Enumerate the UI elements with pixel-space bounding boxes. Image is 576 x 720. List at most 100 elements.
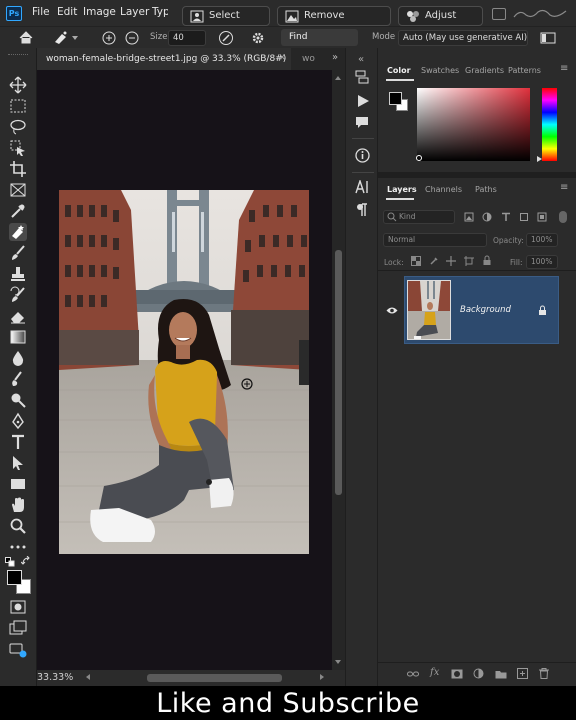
tab-gradients[interactable]: Gradients bbox=[465, 66, 504, 75]
brush-tool-icon[interactable] bbox=[9, 244, 27, 262]
lasso-tool-icon[interactable] bbox=[9, 118, 27, 136]
menu-layer[interactable]: Layer bbox=[120, 6, 149, 18]
lock-artboard-icon[interactable] bbox=[464, 256, 474, 266]
rectangle-tool-icon[interactable] bbox=[9, 475, 27, 493]
scroll-up-icon[interactable] bbox=[335, 76, 341, 80]
clone-stamp-tool-icon[interactable] bbox=[9, 265, 27, 283]
lock-position-icon[interactable] bbox=[446, 256, 456, 266]
actions-play-icon[interactable] bbox=[356, 94, 370, 108]
panel-foreground-swatch[interactable] bbox=[389, 92, 402, 105]
foreground-color-swatch[interactable] bbox=[7, 570, 22, 585]
pen-tool-icon[interactable] bbox=[9, 412, 27, 430]
screen-mode-icon[interactable] bbox=[9, 619, 27, 637]
vertical-scrollbar[interactable] bbox=[332, 70, 345, 670]
scroll-down-icon[interactable] bbox=[335, 660, 341, 664]
mode-select[interactable]: Auto (May use generative AI) bbox=[398, 30, 528, 46]
hue-slider-handle[interactable] bbox=[537, 156, 542, 162]
layer-style-icon[interactable]: fx bbox=[430, 667, 439, 678]
gradient-tool-icon[interactable] bbox=[9, 328, 27, 346]
preset-dropdown-chevron-icon[interactable] bbox=[72, 36, 78, 40]
remove-background-button[interactable]: Remove background bbox=[277, 6, 391, 39]
horizontal-scroll-thumb[interactable] bbox=[147, 674, 282, 682]
filter-pixel-icon[interactable] bbox=[464, 212, 474, 222]
layer-visibility-eye-icon[interactable] bbox=[386, 306, 398, 315]
smudge-tool-icon[interactable] bbox=[9, 370, 27, 388]
subtract-mode-icon[interactable] bbox=[125, 31, 139, 45]
menu-file[interactable]: File bbox=[32, 6, 50, 18]
lock-transparent-icon[interactable] bbox=[411, 256, 421, 266]
quick-mask-icon[interactable] bbox=[9, 598, 27, 616]
filter-toggle-switch[interactable] bbox=[559, 211, 567, 223]
menu-image[interactable]: Image bbox=[83, 6, 116, 18]
layer-row-background[interactable]: Background bbox=[404, 276, 559, 344]
tab-color[interactable]: Color bbox=[387, 66, 411, 75]
close-tab-icon[interactable]: × bbox=[278, 52, 286, 63]
filter-smart-object-icon[interactable] bbox=[537, 212, 547, 222]
size-input[interactable]: 40 bbox=[168, 30, 206, 46]
dodge-tool-icon[interactable] bbox=[9, 391, 27, 409]
lock-pixels-icon[interactable] bbox=[429, 256, 439, 266]
toolbar-grip[interactable] bbox=[8, 54, 28, 58]
zoom-level[interactable]: 33.33% bbox=[37, 670, 89, 686]
link-layers-icon[interactable] bbox=[407, 669, 419, 679]
remove-tool-preset-icon[interactable] bbox=[52, 30, 70, 45]
home-icon[interactable] bbox=[18, 30, 34, 45]
tab-patterns[interactable]: Patterns bbox=[508, 66, 541, 75]
add-mode-icon[interactable] bbox=[102, 31, 116, 45]
hand-tool-icon[interactable] bbox=[9, 496, 27, 514]
layers-panel-menu-icon[interactable]: ≡ bbox=[560, 182, 568, 193]
scroll-right-icon[interactable] bbox=[320, 674, 324, 680]
tab-swatches[interactable]: Swatches bbox=[421, 66, 459, 75]
tab-paths[interactable]: Paths bbox=[475, 185, 497, 194]
document-tab-active[interactable]: woman-female-bridge-street1.jpg @ 33.3% … bbox=[37, 48, 291, 70]
blur-tool-icon[interactable] bbox=[9, 349, 27, 367]
find-distractions-button[interactable]: Find distractions bbox=[281, 29, 358, 59]
menu-edit[interactable]: Edit bbox=[57, 6, 77, 18]
hue-slider[interactable] bbox=[542, 88, 557, 161]
default-colors-icon[interactable] bbox=[5, 557, 15, 567]
filter-shape-icon[interactable] bbox=[519, 212, 529, 222]
color-spectrum-field[interactable] bbox=[417, 88, 530, 161]
generative-icon[interactable] bbox=[492, 8, 506, 20]
opacity-input[interactable]: 100% bbox=[526, 233, 558, 247]
filter-type-icon[interactable] bbox=[501, 212, 511, 222]
info-panel-icon[interactable] bbox=[355, 148, 370, 163]
color-panel-menu-icon[interactable]: ≡ bbox=[560, 63, 568, 74]
adjustment-layer-icon[interactable] bbox=[473, 668, 484, 679]
tab-layers[interactable]: Layers bbox=[387, 185, 417, 194]
photo-canvas[interactable] bbox=[59, 190, 309, 554]
tabs-overflow-icon[interactable]: » bbox=[332, 52, 338, 63]
more-tools-icon[interactable] bbox=[9, 538, 27, 556]
object-selection-tool-icon[interactable] bbox=[9, 139, 27, 157]
frame-tool-icon[interactable] bbox=[9, 181, 27, 199]
path-selection-tool-icon[interactable] bbox=[9, 454, 27, 472]
comments-panel-icon[interactable] bbox=[355, 116, 369, 129]
adjust-colors-button[interactable]: Adjust colors bbox=[398, 6, 483, 39]
share-feedback-icon[interactable] bbox=[9, 641, 27, 659]
eyedropper-tool-icon[interactable] bbox=[9, 202, 27, 220]
sample-all-layers-icon[interactable] bbox=[218, 30, 234, 46]
swap-colors-icon[interactable] bbox=[21, 556, 31, 566]
select-subject-button[interactable]: Select subject bbox=[182, 6, 270, 39]
eraser-tool-icon[interactable] bbox=[9, 307, 27, 325]
crop-tool-icon[interactable] bbox=[9, 160, 27, 178]
marquee-tool-icon[interactable] bbox=[9, 97, 27, 115]
tab-channels[interactable]: Channels bbox=[425, 185, 462, 194]
add-mask-icon[interactable] bbox=[451, 669, 463, 679]
blend-mode-select[interactable]: Normal bbox=[383, 233, 487, 247]
type-tool-icon[interactable] bbox=[9, 433, 27, 451]
menu-type[interactable]: Typ bbox=[152, 6, 168, 18]
character-panel-icon[interactable] bbox=[355, 180, 370, 194]
lock-all-icon[interactable] bbox=[482, 255, 492, 266]
color-picker-handle[interactable] bbox=[416, 155, 422, 161]
new-group-icon[interactable] bbox=[495, 669, 507, 679]
new-layer-icon[interactable] bbox=[517, 668, 528, 679]
fill-input[interactable]: 100% bbox=[526, 255, 558, 269]
vertical-scroll-thumb[interactable] bbox=[335, 250, 342, 495]
layer-lock-icon[interactable] bbox=[538, 305, 547, 316]
delete-layer-icon[interactable] bbox=[539, 668, 549, 679]
panel-layout-icon[interactable] bbox=[540, 32, 556, 44]
collapse-panels-icon[interactable]: « bbox=[358, 54, 364, 65]
move-tool-icon[interactable] bbox=[9, 76, 27, 94]
zoom-tool-icon[interactable] bbox=[9, 517, 27, 535]
